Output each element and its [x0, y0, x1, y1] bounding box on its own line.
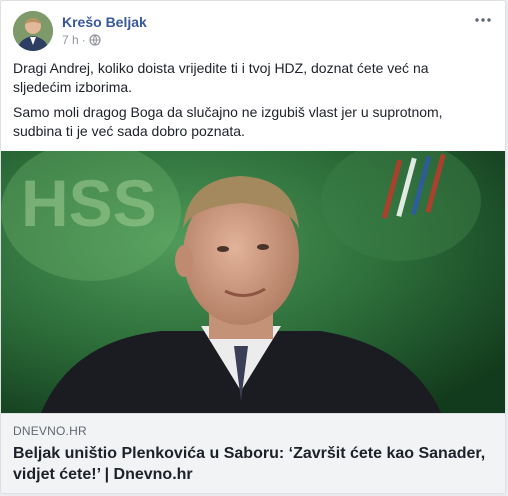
link-domain: DNEVNO.HR	[13, 424, 87, 438]
post-paragraph: Dragi Andrej, koliko doista vrijedite ti…	[13, 60, 429, 95]
more-options-icon[interactable]	[471, 11, 495, 29]
post-time[interactable]: 7 h	[62, 33, 79, 47]
post-message: Dragi Andrej, koliko doista vrijedite ti…	[13, 59, 483, 147]
post-paragraph: Samo moli dragog Boga da slučajno ne izg…	[13, 104, 443, 139]
meta-separator: ·	[81, 33, 86, 47]
author-name[interactable]: Krešo Beljak	[62, 14, 147, 30]
author-avatar[interactable]	[13, 11, 53, 51]
link-preview[interactable]: HSS DNEVNO.HR Beljak uništio Plenkovića …	[1, 151, 505, 493]
post-header: Krešo Beljak 7 h ·	[13, 9, 493, 53]
link-preview-info[interactable]: DNEVNO.HR Beljak uništio Plenkovića u Sa…	[1, 413, 505, 493]
post-card: Krešo Beljak 7 h · Dragi Andrej, koliko …	[0, 0, 506, 494]
link-title[interactable]: Beljak uništio Plenkovića u Saboru: ‘Zav…	[13, 443, 495, 485]
image-backdrop-text: HSS	[21, 166, 157, 240]
link-preview-image[interactable]: HSS	[1, 151, 505, 413]
globe-icon[interactable]	[89, 34, 101, 46]
post-meta: 7 h ·	[62, 33, 101, 47]
